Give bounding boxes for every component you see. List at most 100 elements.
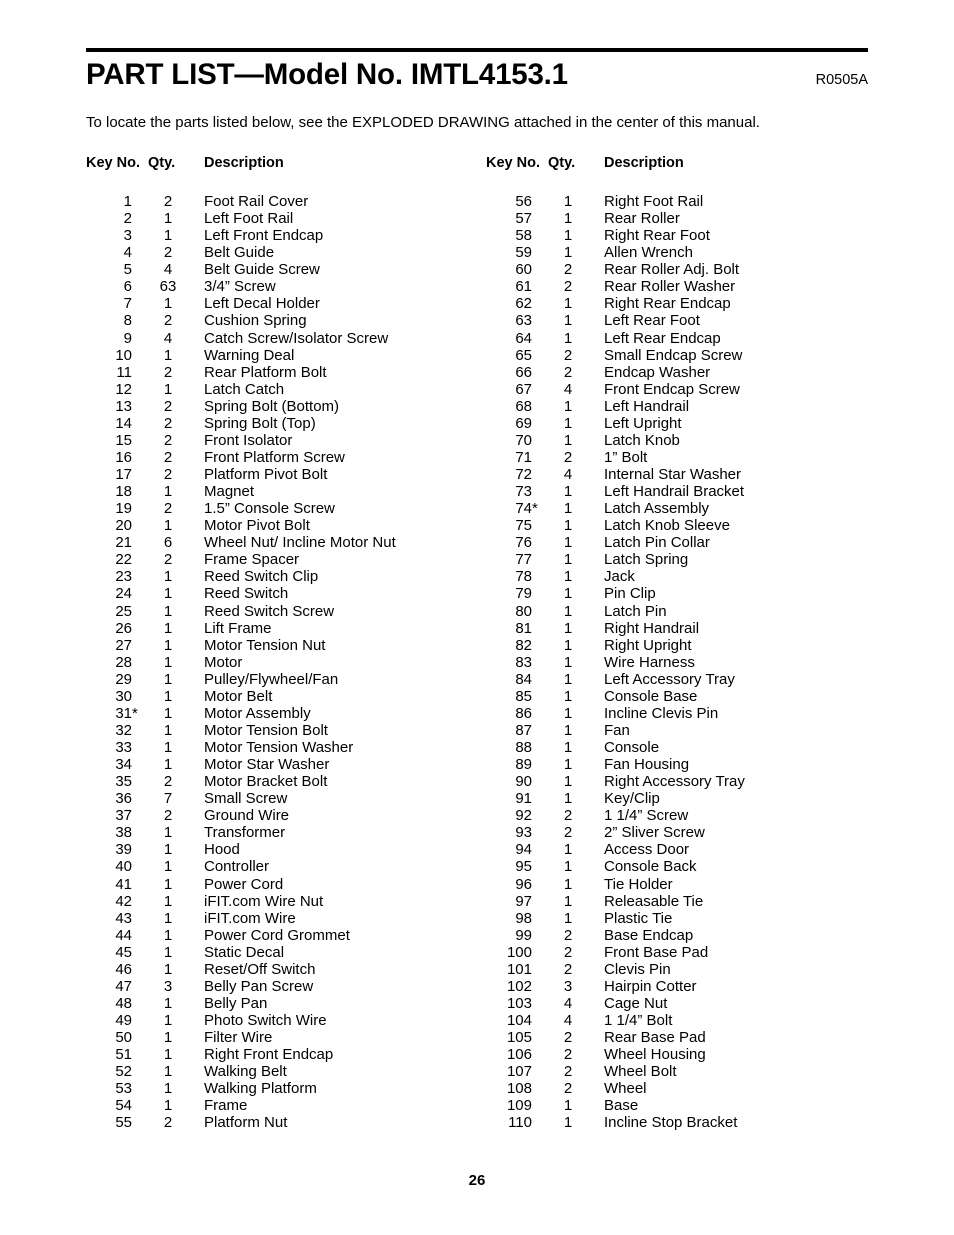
table-row: 26 1 Lift Frame <box>86 620 486 637</box>
part-quantity: 1 <box>563 892 573 910</box>
part-quantity: 1 <box>563 483 573 501</box>
part-quantity: 1 <box>163 721 173 739</box>
page-title: PART LIST—Model No. IMTL4153.1 <box>86 58 568 91</box>
part-key-number: 33 <box>115 739 132 756</box>
part-key-number: 16 <box>115 448 132 466</box>
part-quantity: 1 <box>163 926 173 944</box>
part-description: Power Cord Grommet <box>204 926 350 944</box>
part-key-number: 2 <box>123 210 132 228</box>
table-row: 54 1 Frame <box>86 1097 486 1114</box>
part-description: Motor Assembly <box>204 704 311 722</box>
part-description: Small Endcap Screw <box>604 346 743 364</box>
part-key-number: 80 <box>515 602 532 620</box>
part-description: Transformer <box>204 824 286 842</box>
part-key-number: 76 <box>515 534 532 552</box>
part-description: Front Isolator <box>204 431 293 449</box>
part-quantity: 1 <box>563 534 573 552</box>
table-row: 45 1 Static Decal <box>86 944 486 961</box>
part-quantity: 2 <box>563 261 573 279</box>
part-description: Jack <box>604 568 635 586</box>
part-key-number: 49 <box>115 1012 132 1029</box>
part-quantity: 1 <box>163 841 173 859</box>
table-row: 90 1 Right Accessory Tray <box>486 773 886 790</box>
part-description: Right Rear Foot <box>604 227 710 245</box>
part-description: Ground Wire <box>204 807 290 825</box>
part-key-number: 42 <box>115 892 132 910</box>
table-row: 86 1 Incline Clevis Pin <box>486 705 886 722</box>
table-row: 95 1 Console Back <box>486 858 886 875</box>
part-key-number: 70 <box>515 431 532 449</box>
table-row: 21 6 Wheel Nut/ Incline Motor Nut <box>86 534 486 551</box>
header-key-no: Key No. <box>486 155 540 171</box>
table-row: 77 1 Latch Spring <box>486 551 886 568</box>
part-description: Hood <box>204 841 240 859</box>
part-key-number: 30 <box>115 687 132 705</box>
part-description: Latch Pin Collar <box>604 534 710 552</box>
table-row: 101 2 Clevis Pin <box>486 961 886 978</box>
table-row: 32 1 Motor Tension Bolt <box>86 722 486 739</box>
part-quantity: 2 <box>563 448 573 466</box>
part-quantity: 4 <box>163 329 173 347</box>
part-description: Foot Rail Cover <box>204 193 309 210</box>
part-description: Left Upright <box>604 414 682 432</box>
table-row: 108 2 Wheel <box>486 1080 886 1097</box>
part-key-number: 48 <box>115 994 132 1012</box>
part-description: Right Front Endcap <box>204 1046 334 1064</box>
part-description: Endcap Washer <box>604 363 711 381</box>
part-quantity: 1 <box>563 721 573 739</box>
part-key-number: 54 <box>115 1097 132 1115</box>
part-description: Filter Wire <box>204 1029 273 1047</box>
part-key-number: 82 <box>515 636 532 654</box>
table-row: 1 2 Foot Rail Cover <box>86 193 486 210</box>
part-key-number: 65 <box>515 346 532 364</box>
part-quantity: 1 <box>163 636 173 654</box>
table-row: 97 1 Releasable Tie <box>486 893 886 910</box>
part-key-number: 109 <box>506 1097 532 1115</box>
part-description: Clevis Pin <box>604 960 671 978</box>
table-row: 37 2 Ground Wire <box>86 807 486 824</box>
table-row: 89 1 Fan Housing <box>486 756 886 773</box>
part-quantity: 1 <box>163 670 173 688</box>
part-quantity: 2 <box>563 960 573 978</box>
part-description: Latch Spring <box>604 551 689 569</box>
part-key-number: 21 <box>115 534 132 552</box>
table-row: 27 1 Motor Tension Nut <box>86 637 486 654</box>
table-row: 8 2 Cushion Spring <box>86 312 486 329</box>
part-quantity: 63 <box>159 278 177 296</box>
part-key-number: 98 <box>515 909 532 927</box>
part-key-number: 40 <box>115 858 132 876</box>
part-quantity: 1 <box>163 210 173 228</box>
table-row: 88 1 Console <box>486 739 886 756</box>
table-row: 62 1 Right Rear Endcap <box>486 295 886 312</box>
part-description: Warning Deal <box>204 346 295 364</box>
part-quantity: 1 <box>163 585 173 603</box>
part-quantity: 2 <box>563 1046 573 1064</box>
table-row: 30 1 Motor Belt <box>86 688 486 705</box>
part-key-number: 62 <box>515 295 532 313</box>
table-row: 59 1 Allen Wrench <box>486 244 886 261</box>
part-key-number: 47 <box>115 977 132 995</box>
part-key-number: 35 <box>115 773 132 791</box>
part-key-number: 27 <box>115 636 132 654</box>
part-key-number: 102 <box>506 977 532 995</box>
part-quantity: 1 <box>163 517 173 535</box>
part-quantity: 1 <box>163 346 173 364</box>
table-row: 70 1 Latch Knob <box>486 432 886 449</box>
header-rule <box>86 48 868 52</box>
part-description: Frame <box>204 1097 248 1115</box>
table-row: 71 2 1” Bolt <box>486 449 886 466</box>
part-quantity: 2 <box>563 1080 573 1098</box>
part-description: Left Rear Foot <box>604 312 700 330</box>
table-row: 64 1 Left Rear Endcap <box>486 330 886 347</box>
part-key-number: 78 <box>515 568 532 586</box>
table-row: 93 2 2” Sliver Screw <box>486 824 886 841</box>
part-description: Fan Housing <box>604 756 690 774</box>
part-quantity: 1 <box>563 193 573 210</box>
part-key-number: 73 <box>515 483 532 501</box>
part-quantity: 2 <box>163 244 173 262</box>
part-quantity: 1 <box>563 295 573 313</box>
table-row: 72 4 Internal Star Washer <box>486 466 886 483</box>
part-description: Magnet <box>204 483 255 501</box>
table-row: 3 1 Left Front Endcap <box>86 227 486 244</box>
part-quantity: 4 <box>563 466 573 483</box>
